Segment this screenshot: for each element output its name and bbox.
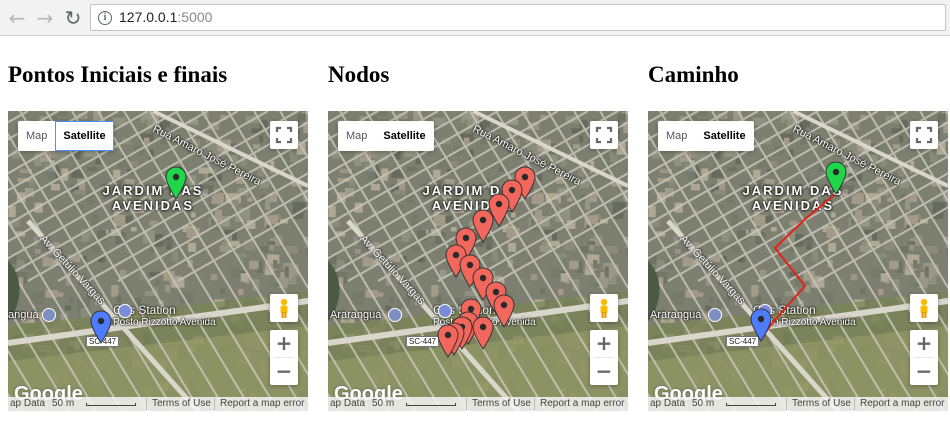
map-nodes[interactable]: JARDIM DASAVENIDASGas StationPosto Rizzo…: [328, 111, 628, 411]
address-bar[interactable]: i 127.0.0.1:5000: [90, 4, 946, 31]
area-label-line1: JARDIM DAS: [102, 183, 204, 198]
node-marker[interactable]: [472, 316, 494, 350]
zoom-out-button[interactable]: −: [270, 358, 298, 385]
browser-toolbar: ← → ↻ i 127.0.0.1:5000: [0, 0, 950, 36]
terms-link[interactable]: Terms of Use: [152, 397, 211, 411]
end-marker[interactable]: [90, 310, 112, 344]
forward-icon[interactable]: →: [33, 6, 57, 30]
scale-label: 50 m: [372, 398, 395, 409]
end-marker[interactable]: [750, 308, 772, 342]
report-error-link[interactable]: Report a map error: [540, 397, 624, 411]
zoom-in-button[interactable]: +: [910, 330, 938, 357]
zoom-in-button[interactable]: +: [270, 330, 298, 357]
map-type-satellite-button[interactable]: Satellite: [375, 121, 433, 151]
university-icon[interactable]: [42, 308, 56, 322]
map-path[interactable]: JARDIM DAS AVENIDAS Gas Station Posto Rizzo…: [648, 111, 948, 411]
map-type-map-button[interactable]: Map: [338, 121, 375, 151]
zoom-control: + −: [270, 330, 298, 385]
footer-separator: [534, 398, 535, 410]
map-data-link[interactable]: ap Data: [10, 397, 45, 411]
map-footer: ap Data 50 m Terms of Use Report a map e…: [648, 397, 948, 411]
map-type-satellite-button[interactable]: Satellite: [695, 121, 753, 151]
footer-separator: [854, 398, 855, 410]
map-type-map-button[interactable]: Map: [18, 121, 55, 151]
scale-bar: [726, 403, 776, 406]
map-data-link[interactable]: ap Data: [330, 397, 365, 411]
pegman-icon[interactable]: [590, 294, 618, 322]
start-marker[interactable]: [165, 166, 187, 200]
area-label: JARDIM DAS AVENIDAS: [78, 183, 228, 213]
city-label: Araranguá: [330, 309, 382, 321]
footer-separator: [214, 398, 215, 410]
scale-label: 50 m: [52, 398, 75, 409]
map-type-satellite-button[interactable]: Satellite: [55, 121, 114, 151]
gas-station-icon[interactable]: [438, 304, 452, 318]
url-text: 127.0.0.1:5000: [119, 5, 212, 30]
map-type-control: Map Satellite: [658, 121, 754, 151]
footer-separator: [786, 398, 787, 410]
footer-separator: [466, 398, 467, 410]
university-icon[interactable]: [388, 308, 402, 322]
gas-station-icon[interactable]: [118, 304, 132, 318]
url-host: 127.0.0.1: [119, 9, 178, 25]
start-marker[interactable]: [825, 161, 847, 195]
map-type-control: Map Satellite: [18, 121, 114, 151]
scale-bar: [86, 403, 136, 406]
map-data-link[interactable]: ap Data: [650, 397, 685, 411]
path-route: [760, 194, 835, 339]
terms-link[interactable]: Terms of Use: [472, 397, 531, 411]
pegman-icon[interactable]: [910, 294, 938, 322]
map-footer: ap Data 50 m Terms of Use Report a map e…: [8, 397, 308, 411]
pegman-icon[interactable]: [270, 294, 298, 322]
road-shield: SC-447: [406, 336, 440, 347]
heading-nodes: Nodos: [328, 62, 390, 87]
map-type-control: Map Satellite: [338, 121, 434, 151]
heading-path: Caminho: [648, 62, 739, 87]
zoom-control: + −: [590, 330, 618, 385]
back-icon[interactable]: ←: [5, 6, 29, 30]
info-icon[interactable]: i: [98, 11, 112, 25]
node-marker[interactable]: [493, 294, 515, 328]
map-type-map-button[interactable]: Map: [658, 121, 695, 151]
zoom-out-button[interactable]: −: [910, 358, 938, 385]
gas-station-sublabel: Posto Rizzotto Avenida: [113, 317, 216, 328]
city-label: anguá: [8, 309, 39, 321]
map-footer: ap Data 50 m Terms of Use Report a map e…: [328, 397, 628, 411]
fullscreen-icon[interactable]: [590, 121, 618, 149]
zoom-in-button[interactable]: +: [590, 330, 618, 357]
fullscreen-icon[interactable]: [910, 121, 938, 149]
scale-label: 50 m: [692, 398, 715, 409]
report-error-link[interactable]: Report a map error: [860, 397, 944, 411]
zoom-out-button[interactable]: −: [590, 358, 618, 385]
map-start-end[interactable]: JARDIM DAS AVENIDAS Gas Station Posto Rizzo…: [8, 111, 308, 411]
fullscreen-icon[interactable]: [270, 121, 298, 149]
area-label-line2: AVENIDAS: [111, 198, 195, 213]
report-error-link[interactable]: Report a map error: [220, 397, 304, 411]
footer-separator: [146, 398, 147, 410]
terms-link[interactable]: Terms of Use: [792, 397, 851, 411]
node-marker[interactable]: [437, 324, 459, 358]
heading-start-end: Pontos Iniciais e finais: [8, 62, 228, 87]
zoom-control: + −: [910, 330, 938, 385]
url-port: :5000: [177, 9, 213, 25]
scale-bar: [406, 403, 456, 406]
reload-icon[interactable]: ↻: [61, 6, 85, 30]
